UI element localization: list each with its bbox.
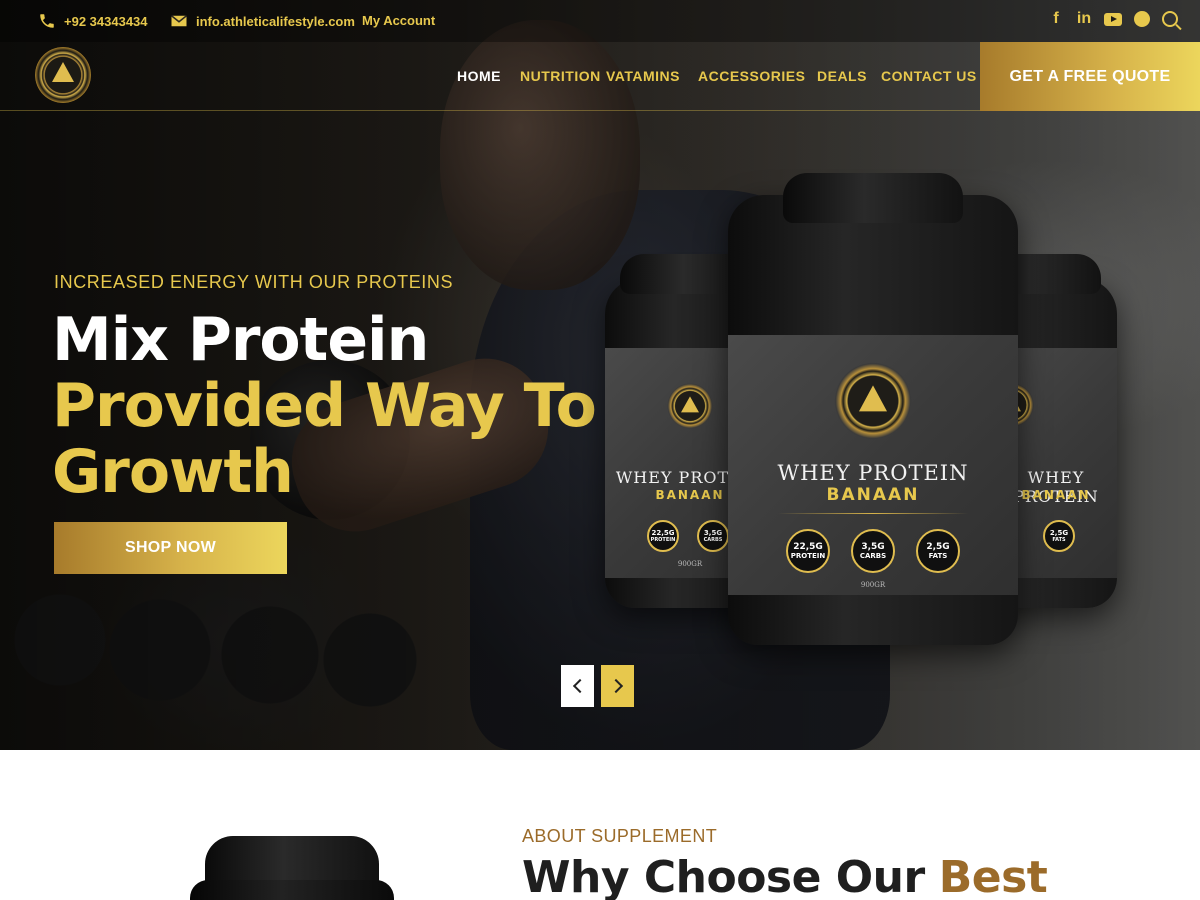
- jar-nutrient-carbs: 3,5G CARBS: [697, 520, 729, 552]
- search-icon[interactable]: [1162, 11, 1178, 27]
- phone-number: +92 34343434: [64, 13, 148, 29]
- mail-icon: [171, 15, 187, 27]
- jar-flavor: BANAAN: [826, 485, 920, 505]
- nav-deals[interactable]: DEALS: [817, 68, 867, 84]
- hero-tagline: INCREASED ENERGY WITH OUR PROTEINS: [54, 272, 454, 292]
- jar-nutrient-carbs: 3,5G CARBS: [851, 529, 895, 573]
- jar-emblem-icon: [829, 357, 917, 445]
- nav-nutrition[interactable]: NUTRITION: [520, 68, 601, 84]
- phone-contact[interactable]: +92 34343434: [38, 12, 148, 30]
- linkedin-icon[interactable]: in: [1076, 10, 1092, 28]
- main-navbar: HOME NUTRITION VATAMINS ACCESSORIES DEAL…: [0, 42, 1200, 111]
- chevron-right-icon: [608, 678, 623, 694]
- email-contact[interactable]: info.athleticalifestyle.com: [170, 12, 355, 30]
- chevron-left-icon: [572, 678, 587, 694]
- nav-vitamins[interactable]: VATAMINS: [606, 68, 680, 84]
- about-product-jar: [190, 880, 394, 900]
- facebook-icon[interactable]: f: [1048, 10, 1064, 28]
- jar-nutrient-protein: 22,5G PROTEIN: [647, 520, 679, 552]
- nav-accessories[interactable]: ACCESSORIES: [698, 68, 805, 84]
- phone-icon: [40, 14, 54, 28]
- hero-headline-white: Mix Protein: [52, 305, 429, 375]
- shop-now-button[interactable]: SHOP NOW: [54, 522, 287, 574]
- free-quote-button[interactable]: GET A FREE QUOTE: [980, 42, 1200, 111]
- jar-title: WHEY PROTEIN: [777, 461, 969, 485]
- nav-home[interactable]: HOME: [457, 68, 501, 84]
- jar-emblem-icon: [664, 380, 716, 432]
- my-account-link[interactable]: My Account: [362, 13, 435, 28]
- email-address: info.athleticalifestyle.com: [196, 13, 355, 29]
- slider-prev-button[interactable]: [561, 665, 594, 707]
- hero-headline-gold-1: Provided Way To: [52, 371, 597, 441]
- product-jar-center: WHEY PROTEIN BANAAN 22,5G PROTEIN 3,5G CAR…: [728, 173, 1018, 645]
- youtube-icon[interactable]: [1104, 12, 1122, 26]
- about-title-main: Why Choose Our: [522, 852, 925, 900]
- nav-contact-us[interactable]: CONTACT US: [881, 68, 977, 84]
- jar-nutrient-fats: 2,5G FATS: [916, 529, 960, 573]
- skype-icon[interactable]: S: [1134, 11, 1150, 27]
- about-kicker: ABOUT SUPPLEMENT: [522, 826, 718, 846]
- jar-weight: 900GR: [860, 581, 886, 589]
- about-title: Why Choose Our Best: [522, 852, 1048, 900]
- hero-headline-gold-2: Growth: [52, 437, 294, 507]
- jar-nutrient-protein: 22,5G PROTEIN: [786, 529, 830, 573]
- brand-logo[interactable]: [35, 47, 91, 103]
- hero-section: +92 34343434 info.athleticalifestyle.com…: [0, 0, 1200, 750]
- top-bar: +92 34343434 info.athleticalifestyle.com…: [0, 0, 1200, 42]
- jar-nutrient-fats: 2,5G FATS: [1043, 520, 1075, 552]
- social-links: f in S: [1048, 10, 1178, 28]
- slider-next-button[interactable]: [601, 665, 634, 707]
- about-title-accent: Best: [938, 852, 1048, 900]
